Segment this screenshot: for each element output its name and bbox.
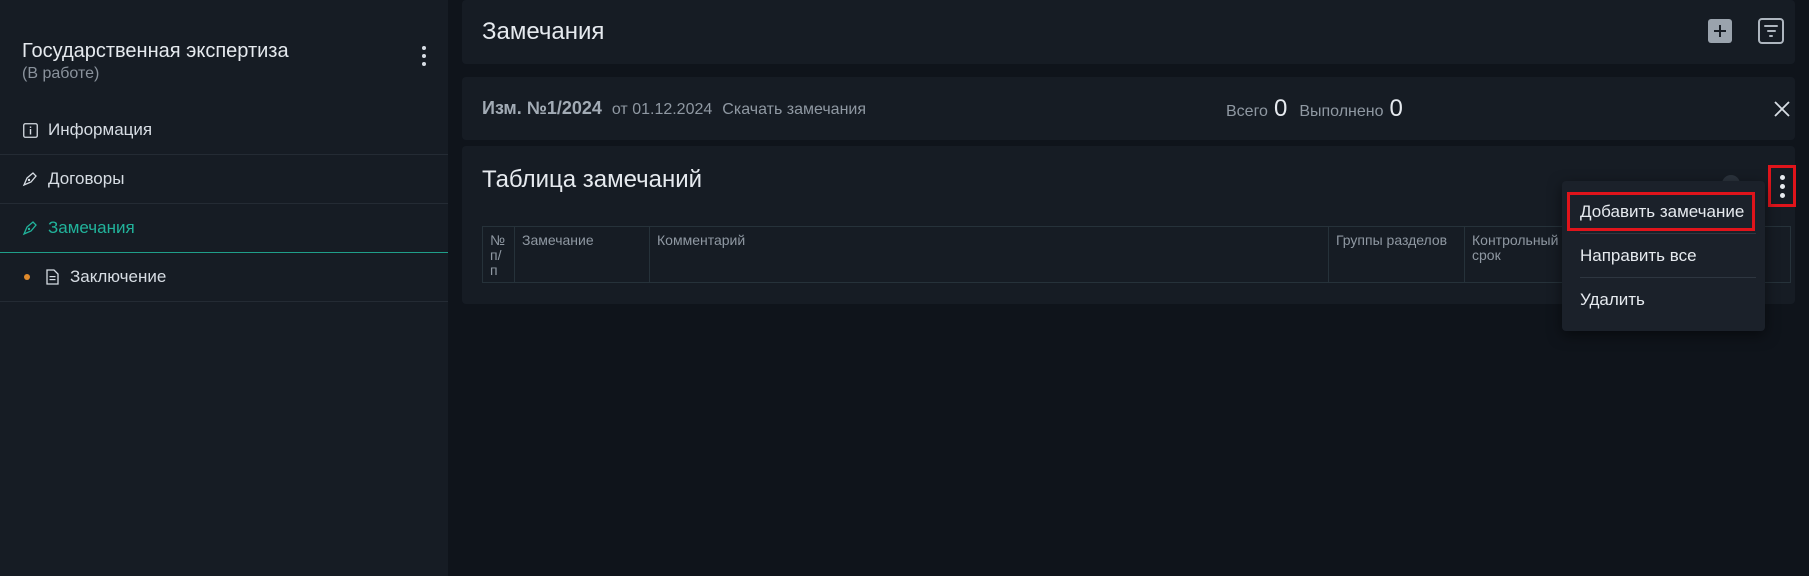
sidebar-header: Государственная экспертиза (В работе) <box>22 40 432 83</box>
revision-stats: Всего 0 Выполнено 0 <box>1226 95 1415 123</box>
revision-name: Изм. №1/2024 <box>482 98 602 118</box>
sidebar-item-remarks[interactable]: Замечания <box>0 204 448 253</box>
sidebar-item-conclusion[interactable]: Заключение <box>0 253 448 302</box>
column-header: Замечание <box>515 227 650 282</box>
column-header: Контрольный срок <box>1465 227 1565 282</box>
pen-icon <box>22 220 38 236</box>
highlight-box <box>1567 192 1755 231</box>
sidebar-item-label: Информация <box>48 120 153 139</box>
filter-button[interactable] <box>1758 18 1784 44</box>
page-title: Замечания <box>482 18 605 45</box>
menu-divider <box>1580 277 1756 278</box>
download-remarks-link[interactable]: Скачать замечания <box>722 101 866 119</box>
column-header: Группы разделов <box>1329 227 1465 282</box>
sidebar-item-label: Замечания <box>48 218 135 237</box>
total-label: Всего <box>1226 103 1268 120</box>
menu-item-send-all[interactable]: Направить все <box>1580 246 1697 266</box>
menu-divider <box>1580 233 1756 234</box>
done-value: 0 <box>1389 95 1403 122</box>
done-label: Выполнено <box>1299 103 1384 120</box>
menu-item-delete[interactable]: Удалить <box>1580 290 1645 310</box>
column-header: Комментарий <box>650 227 1329 282</box>
table-menu-button[interactable] <box>1768 165 1796 207</box>
project-title: Государственная экспертиза <box>22 40 289 62</box>
close-icon[interactable] <box>1772 99 1792 119</box>
pen-icon <box>22 171 38 187</box>
plus-icon <box>1714 25 1726 37</box>
project-status: (В работе) <box>22 65 100 82</box>
page-header: Замечания <box>462 0 1795 64</box>
sidebar: Государственная экспертиза (В работе) Ин… <box>0 0 448 576</box>
status-dot <box>24 274 30 280</box>
document-icon <box>44 269 60 285</box>
filter-icon <box>1764 25 1778 27</box>
column-header: № п/п <box>483 227 515 282</box>
sidebar-item-info[interactable]: Информация <box>0 106 448 155</box>
revision-date: от 01.12.2024 <box>611 101 713 118</box>
info-icon <box>22 122 38 138</box>
sidebar-item-contracts[interactable]: Договоры <box>0 155 448 204</box>
project-menu-button[interactable] <box>416 44 432 68</box>
sidebar-item-label: Договоры <box>48 169 125 188</box>
total-value: 0 <box>1273 95 1288 122</box>
table-title: Таблица замечаний <box>482 166 703 193</box>
sidebar-nav: Информация Договоры Замечания Заключение <box>0 106 448 302</box>
add-button[interactable] <box>1708 19 1732 43</box>
sidebar-item-label: Заключение <box>70 267 167 286</box>
revision-bar: Изм. №1/2024 от 01.12.2024 Скачать замеч… <box>462 77 1795 140</box>
